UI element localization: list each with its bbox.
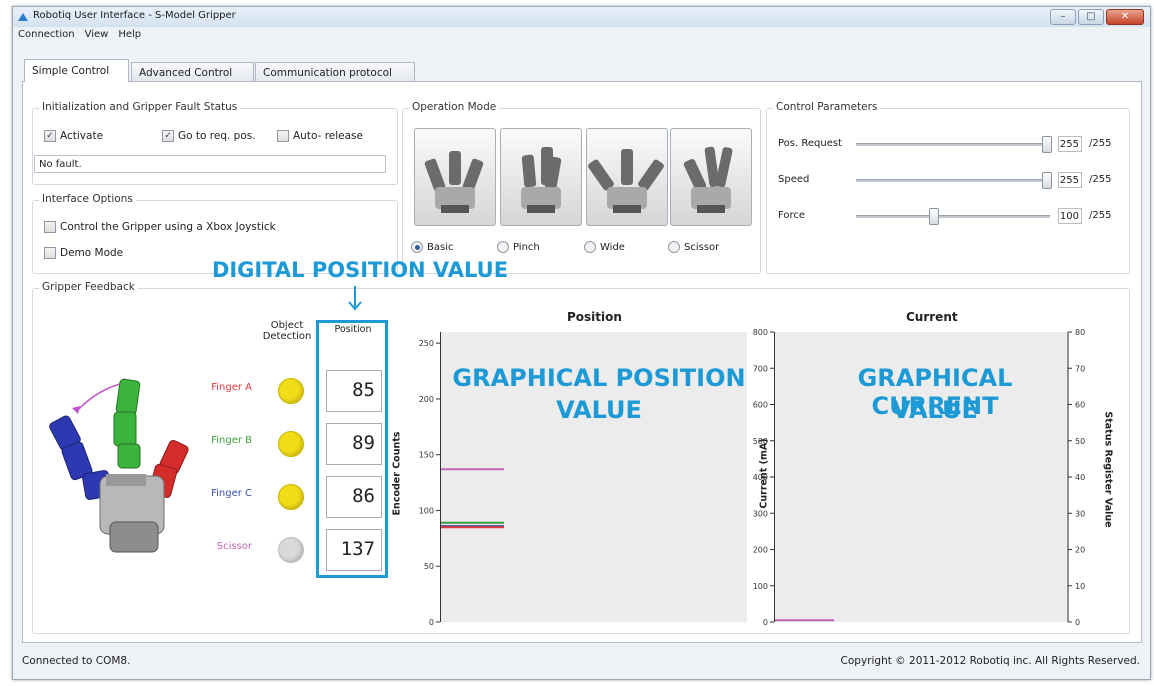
y-tick-label: 0 <box>763 618 768 627</box>
copyright-text: Copyright © 2011-2012 Robotiq inc. All R… <box>840 655 1140 667</box>
y2-tick-label: 50 <box>1075 437 1085 446</box>
y-tick-label: 700 <box>753 364 768 373</box>
y2-tick-label: 80 <box>1075 328 1085 337</box>
digital-position-annotation: DIGITAL POSITION VALUE <box>211 258 509 282</box>
y2-tick-label: 30 <box>1075 509 1085 518</box>
y-tick-label: 100 <box>419 506 434 515</box>
y-tick-label: 250 <box>419 339 434 348</box>
y-tick-label: 800 <box>753 328 768 337</box>
graphical-position-annotation-line1: GRAPHICAL POSITION <box>452 364 746 392</box>
y2-tick-label: 0 <box>1075 618 1080 627</box>
y-tick-label: 200 <box>753 546 768 555</box>
charts-overlay: 0501001502002500100200300400500600700800… <box>419 328 1085 627</box>
current-y2label: Status Register Value <box>1102 411 1114 528</box>
y2-tick-label: 20 <box>1075 546 1085 555</box>
tab-simple-control[interactable]: Simple Control <box>24 59 129 82</box>
down-arrow-icon <box>348 286 362 311</box>
y-tick-label: 100 <box>753 582 768 591</box>
graphical-current-annotation-line2: VALUE <box>892 396 978 424</box>
graphical-position-annotation-line2: VALUE <box>556 396 642 424</box>
y-tick-label: 50 <box>424 562 434 571</box>
y-tick-label: 150 <box>419 451 434 460</box>
current-ylabel: Current (mA) <box>758 438 770 509</box>
app-root: Robotiq User Interface - S-Model Gripper… <box>0 0 1154 686</box>
position-ylabel: Encoder Counts <box>391 431 403 516</box>
y2-tick-label: 40 <box>1075 473 1085 482</box>
y2-tick-label: 10 <box>1075 582 1085 591</box>
y-tick-label: 600 <box>753 401 768 410</box>
y-tick-label: 0 <box>429 618 434 627</box>
y-tick-label: 200 <box>419 395 434 404</box>
connection-status: Connected to COM8. <box>22 655 131 667</box>
